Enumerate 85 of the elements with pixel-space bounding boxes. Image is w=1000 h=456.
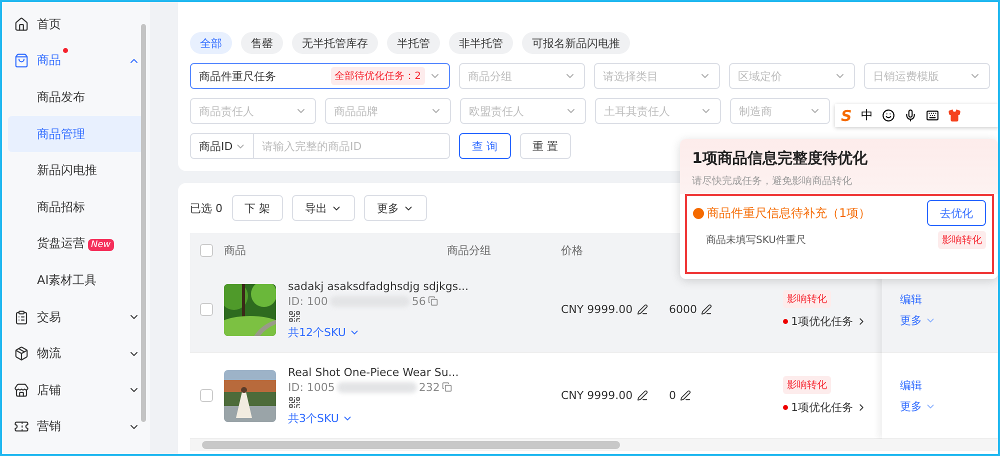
reset-button[interactable]: 重 置 [520,133,571,159]
stock: 0 [669,389,676,402]
sidebar-item[interactable]: 营销 [8,408,144,446]
copy-icon[interactable] [442,382,452,392]
edit-icon[interactable] [680,390,691,401]
copy-icon[interactable] [428,296,438,306]
edit-icon[interactable] [636,304,648,315]
task-select[interactable]: 商品件重尺任务 全部待优化任务：2 [190,63,450,89]
horizontal-scrollbar[interactable] [190,439,998,451]
product-id: ID: 1005 [288,380,335,394]
price: CNY 9999.00 [561,389,633,402]
sidebar-item[interactable]: 商品发布 [8,79,144,116]
column-header: 商品 [223,242,247,258]
status-dot [783,405,788,410]
input-mode[interactable]: 中 [860,107,873,124]
product-id: 56 [412,294,426,308]
checkbox[interactable] [200,389,213,402]
scrollbar[interactable] [141,24,146,422]
filter-chip[interactable]: 全部 [190,32,232,54]
edit-icon[interactable] [636,390,648,401]
selected-count: 已选 0 [190,200,222,216]
sidebar-item[interactable]: 商品管理 [8,116,144,152]
warning-icon [693,208,704,218]
checkbox[interactable] [200,244,213,256]
sidebar-item[interactable]: AI素材工具 [8,262,144,299]
optimize-button[interactable]: 去优化 [927,200,986,226]
sidebar-item[interactable]: 交易 [8,298,144,336]
home-icon [14,16,29,32]
impact-tag: 影响转化 [783,290,831,308]
more-link[interactable]: 更多 [900,398,998,414]
toolbar-button[interactable]: 下 架 [232,195,283,221]
status-dot [783,319,788,324]
popover-title: 1项商品信息完整度待优化 [692,149,868,168]
toolbar-button[interactable]: 更多 [364,195,427,221]
sidebar-item[interactable]: 店铺 [8,372,144,409]
popover-subtitle: 请尽快完成任务，避免影响商品转化 [692,174,853,188]
product-id: 232 [418,380,440,394]
product-title: Real Shot One-Piece Wear Su... [288,366,459,378]
sidebar-item[interactable]: 商品招标 [8,188,144,226]
price: CNY 9999.00 [561,303,633,316]
shop-icon [14,382,29,398]
task-link[interactable]: 1项优化任务 [783,314,867,329]
bag-icon [14,53,29,68]
query-button[interactable]: 查 询 [459,133,510,159]
id-search-field[interactable]: 商品ID 请输入完整的商品ID [190,133,450,159]
toolbar-button[interactable]: 导出 [292,195,355,221]
qr-code-icon[interactable] [288,310,301,322]
clipboard-icon [14,310,29,325]
edit-icon[interactable] [701,304,712,315]
task-count-badge: 全部待优化任务：2 [330,67,425,85]
ticket-icon [14,419,29,434]
product-title: sadakj asaksdfadghsdjg sdjkgs... [288,280,469,292]
id-input[interactable]: 请输入完整的商品ID [254,140,449,152]
column-header: 价格 [560,242,584,258]
sidebar-item[interactable]: 货盘运营 New [8,226,144,262]
filter-chip[interactable]: 无半托管库存 [292,32,378,54]
sidebar-item[interactable]: 新品闪电推 [8,152,144,189]
box-icon [14,346,29,362]
edit-link[interactable]: 编辑 [900,378,998,392]
task-title: 商品件重尺信息待补充（1项） [693,204,918,222]
filter-chip[interactable]: 非半托管 [449,32,513,54]
stock: 6000 [669,303,697,316]
impact-tag: 影响转化 [783,376,831,394]
filter-chip[interactable]: 可报名新品闪电推 [522,32,630,54]
task-link[interactable]: 1项优化任务 [783,400,867,415]
column-header: 商品分组 [446,242,492,258]
task-detail: 商品未填写SKU件重尺 [705,234,807,247]
impact-tag: 影响转化 [938,231,986,249]
sku-link[interactable]: 共12个SKU [288,324,469,340]
filter-chip[interactable]: 售罄 [241,32,283,54]
new-badge: New [88,239,114,252]
emoji-icon[interactable] [882,109,895,122]
shirt-icon[interactable] [948,109,961,122]
sidebar-item[interactable]: 商品 [8,42,144,80]
sku-link[interactable]: 共3个SKU [288,410,459,426]
edit-link[interactable]: 编辑 [900,292,998,306]
sidebar-item[interactable]: 物流 [8,335,144,372]
more-link[interactable]: 更多 [900,312,998,328]
qr-code-icon[interactable] [288,396,301,408]
keyboard-icon[interactable] [926,109,939,122]
filter-chip[interactable]: 半托管 [387,32,440,54]
product-id: ID: 100 [288,294,328,308]
sidebar-item[interactable]: 首页 [8,6,144,43]
microphone-icon[interactable] [904,109,917,122]
checkbox[interactable] [200,303,213,316]
